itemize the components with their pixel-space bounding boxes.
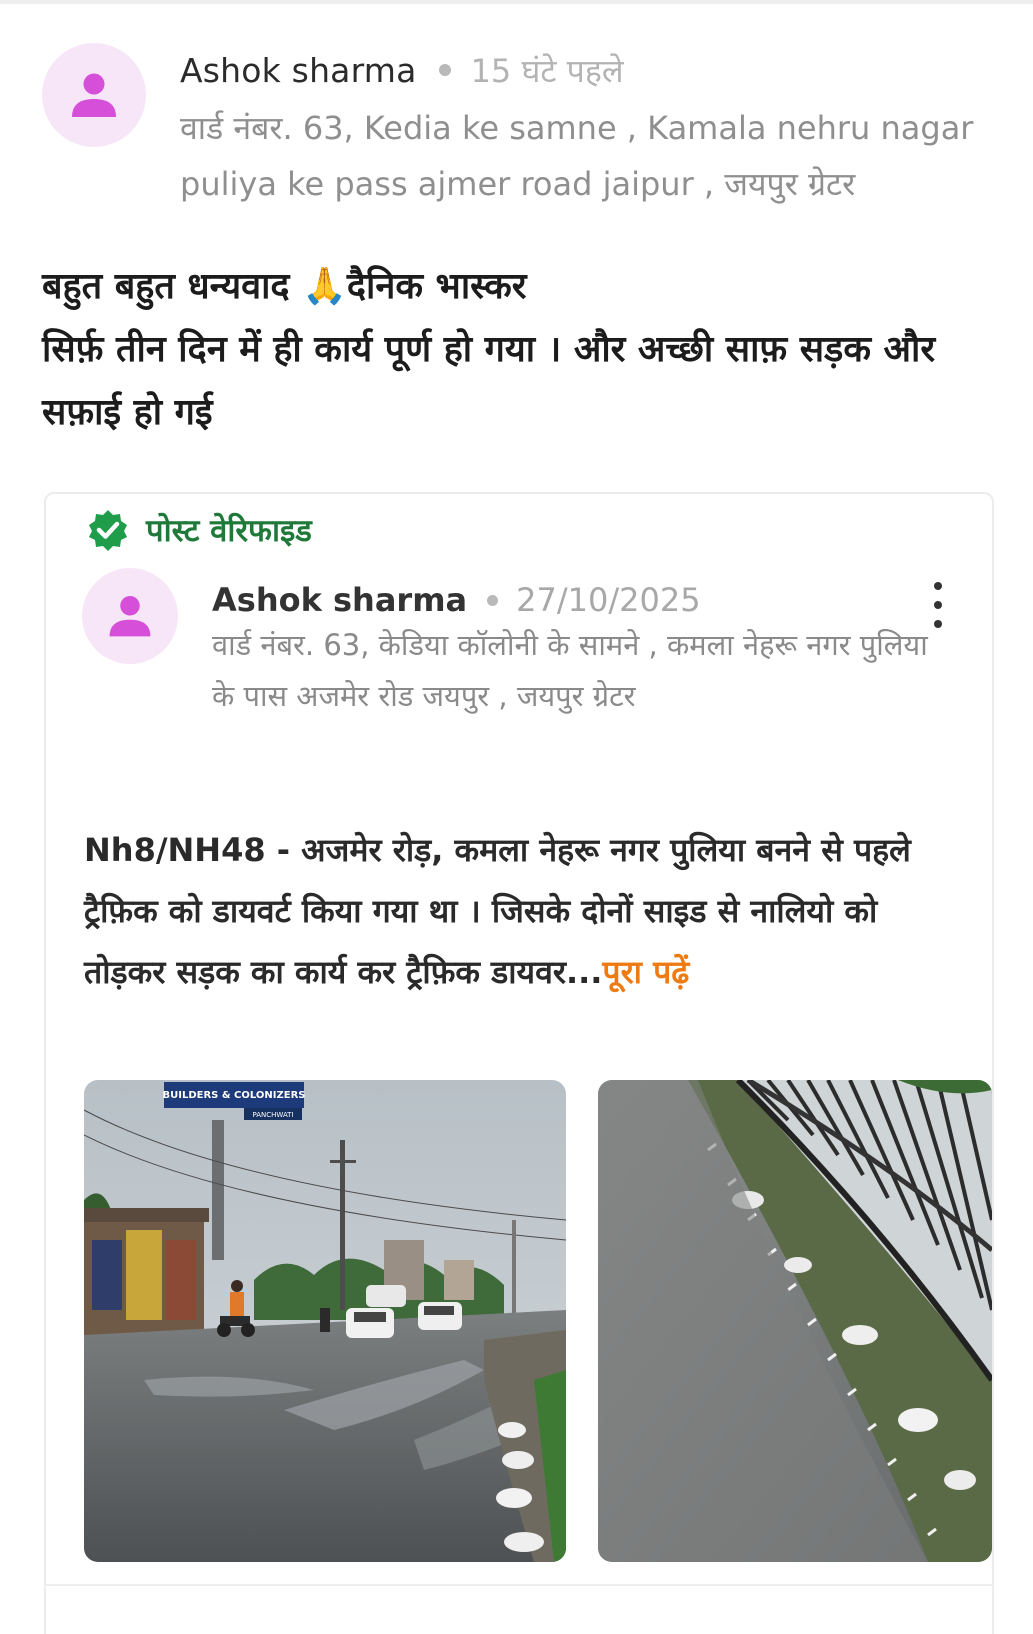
shared-author-name[interactable]: Ashok sharma <box>212 581 467 619</box>
post-body-line: सिर्फ़ तीन दिन में ही कार्य पूर्ण हो गया… <box>42 329 936 433</box>
post-time: 15 घंटे पहले <box>470 51 624 90</box>
verified-badge-icon <box>89 510 127 551</box>
post-photo-road[interactable]: BUILDERS & COLONIZERS PANCHWATI <box>84 1080 566 1562</box>
more-vertical-icon <box>934 601 942 609</box>
shared-post-location: वार्ड नंबर. 63, केडिया कॉलोनी के सामने ,… <box>212 628 928 713</box>
person-icon <box>72 73 116 117</box>
billboard-text: BUILDERS & COLONIZERS <box>163 1090 306 1101</box>
read-more-link[interactable]: पूरा पढ़ें <box>602 953 689 991</box>
post-body-line: बहुत बहुत धन्यवाद 🙏दैनिक भास्कर <box>42 266 527 307</box>
verified-badge: पोस्ट वेरिफाइड <box>86 505 312 555</box>
shared-post-body: Nh8/NH48 - अजमेर रोड़, कमला नेहरू नगर पु… <box>84 820 964 1003</box>
shared-post-meta: Ashok sharma 27/10/2025 <box>212 578 701 622</box>
more-vertical-icon <box>934 620 942 628</box>
author-avatar[interactable] <box>42 43 146 147</box>
billboard-subtext: PANCHWATI <box>252 1111 293 1119</box>
post-body: बहुत बहुत धन्यवाद 🙏दैनिक भास्कर सिर्फ़ त… <box>42 255 1002 444</box>
separator-dot <box>438 64 451 76</box>
more-vertical-icon <box>934 582 942 590</box>
shared-post-text: Nh8/NH48 - अजमेर रोड़, कमला नेहरू नगर पु… <box>84 831 911 991</box>
verified-label: पोस्ट वेरिफाइड <box>146 513 312 549</box>
shared-author-avatar[interactable] <box>82 568 178 664</box>
post-location: वार्ड नंबर. 63, Kedia ke samne , Kamala … <box>180 109 974 203</box>
author-name[interactable]: Ashok sharma <box>180 51 417 90</box>
post-photo-railing[interactable] <box>598 1080 992 1562</box>
top-divider <box>0 0 1033 4</box>
post-meta: Ashok sharma 15 घंटे पहले <box>180 48 624 92</box>
shared-post-date: 27/10/2025 <box>516 581 701 619</box>
person-icon <box>109 596 151 637</box>
card-bottom-divider <box>44 1584 994 1586</box>
separator-dot <box>487 594 499 606</box>
